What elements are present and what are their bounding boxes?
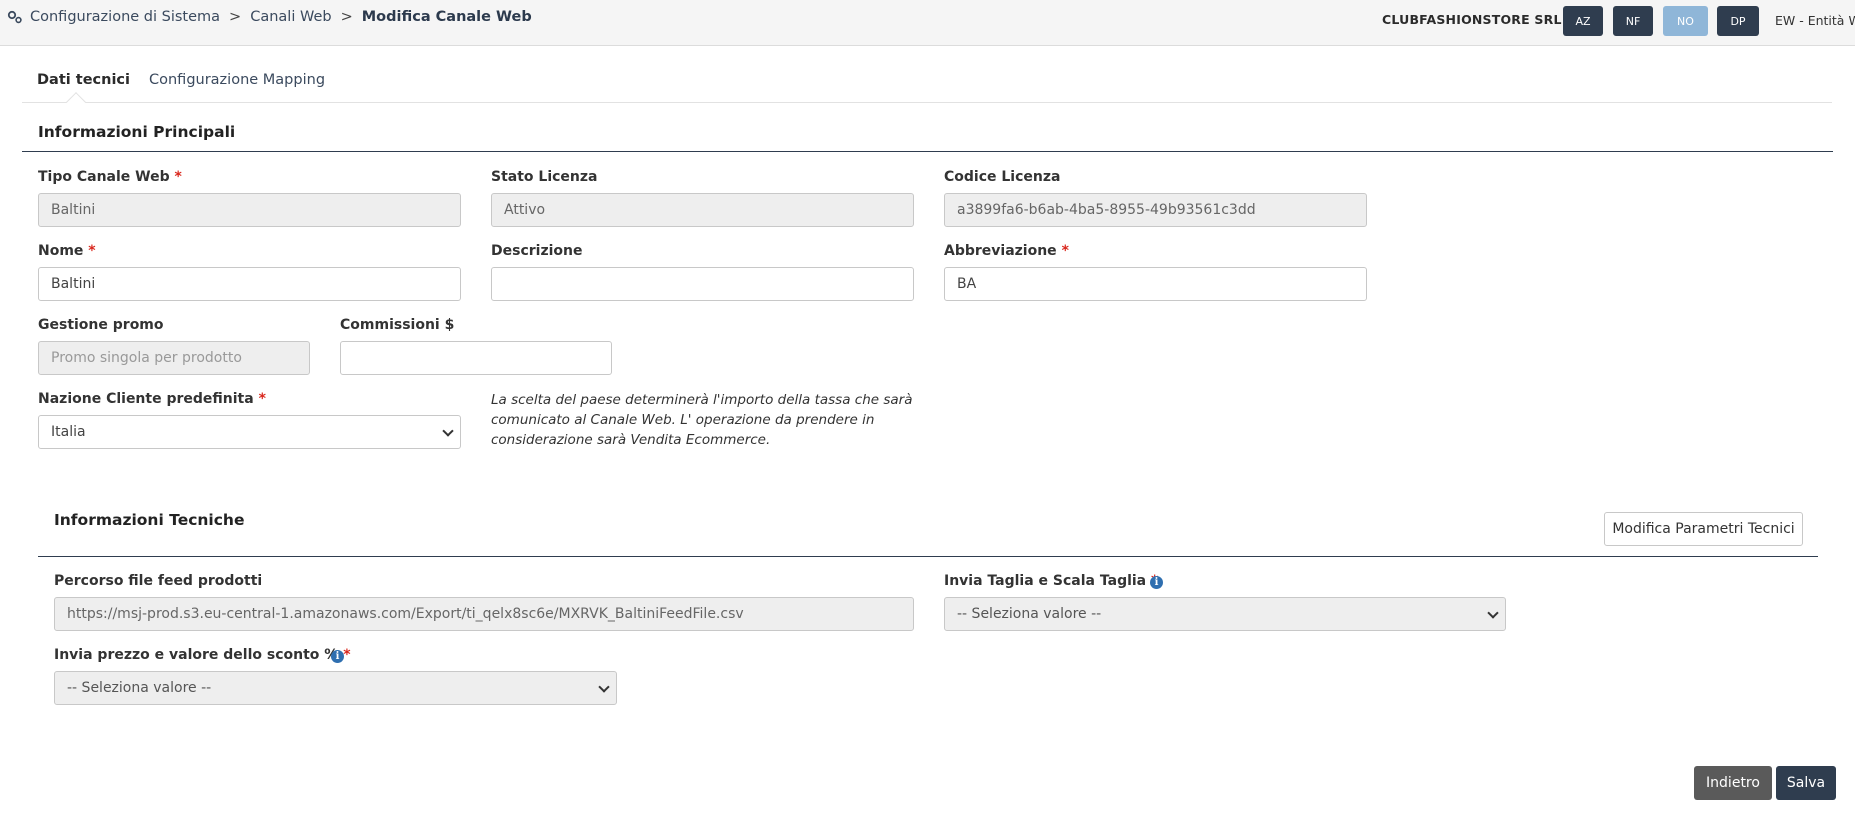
chevron-down-icon	[598, 681, 610, 693]
codice-licenza-field: a3899fa6-b6ab-4ba5-8955-49b93561c3dd	[944, 193, 1367, 227]
badge-no-button[interactable]: NO	[1663, 6, 1708, 36]
feed-path-label: Percorso file feed prodotti	[54, 573, 263, 589]
tab-configurazione-mapping[interactable]: Configurazione Mapping	[149, 72, 325, 88]
tab-dati-tecnici[interactable]: Dati tecnici	[37, 72, 130, 88]
chevron-down-icon	[1487, 607, 1499, 619]
descrizione-label: Descrizione	[491, 243, 583, 259]
save-button[interactable]: Salva	[1776, 766, 1836, 800]
commissioni-label: Commissioni $	[340, 317, 455, 333]
active-tab-indicator	[66, 92, 86, 112]
feed-path-field: https://msj-prod.s3.eu-central-1.amazona…	[54, 597, 914, 631]
stato-licenza-label: Stato Licenza	[491, 169, 598, 185]
invia-prezzo-selected-value: -- Seleziona valore --	[67, 680, 212, 696]
tipo-canale-label: Tipo Canale Web *	[38, 169, 182, 185]
invia-prezzo-label: Invia prezzo e valore dello sconto % *	[54, 647, 351, 663]
nazione-selected-value: Italia	[51, 424, 86, 440]
breadcrumb-item-system-config[interactable]: Configurazione di Sistema	[30, 9, 220, 25]
invia-prezzo-select[interactable]: -- Seleziona valore --	[54, 671, 617, 705]
nome-input[interactable]: Baltini	[38, 267, 461, 301]
section-divider	[38, 556, 1818, 557]
tab-bar: Dati tecnici Configurazione Mapping	[22, 46, 1832, 112]
gestione-promo-label: Gestione promo	[38, 317, 164, 333]
nazione-note-line: comunicato al Canale Web. L' operazione …	[491, 412, 875, 428]
tech-info-title: Informazioni Tecniche	[54, 511, 245, 529]
main-info-title: Informazioni Principali	[38, 123, 236, 141]
breadcrumb: Configurazione di Sistema > Canali Web >…	[7, 9, 532, 25]
breadcrumb-separator: >	[340, 9, 353, 25]
tipo-canale-field: Baltini	[38, 193, 461, 227]
gear-icon	[7, 10, 22, 24]
section-divider	[22, 151, 1833, 152]
badge-nf-button[interactable]: NF	[1613, 6, 1653, 36]
nome-label: Nome *	[38, 243, 96, 259]
top-bar: Configurazione di Sistema > Canali Web >…	[0, 0, 1855, 46]
breadcrumb-item-web-channels[interactable]: Canali Web	[250, 9, 331, 25]
stato-licenza-field: Attivo	[491, 193, 914, 227]
company-name: CLUBFASHIONSTORE SRL	[1382, 12, 1562, 27]
abbreviazione-input[interactable]: BA	[944, 267, 1367, 301]
breadcrumb-item-current: Modifica Canale Web	[361, 9, 532, 25]
breadcrumb-separator: >	[229, 9, 242, 25]
abbreviazione-label: Abbreviazione *	[944, 243, 1069, 259]
nazione-select[interactable]: Italia	[38, 415, 461, 449]
back-button[interactable]: Indietro	[1694, 766, 1772, 800]
codice-licenza-label: Codice Licenza	[944, 169, 1061, 185]
info-icon[interactable]: i	[331, 650, 344, 663]
nazione-label: Nazione Cliente predefinita *	[38, 391, 266, 407]
invia-taglia-select[interactable]: -- Seleziona valore --	[944, 597, 1506, 631]
info-icon[interactable]: i	[1150, 576, 1163, 589]
commissioni-input[interactable]	[340, 341, 612, 375]
invia-taglia-label: Invia Taglia e Scala Taglia *	[944, 573, 1158, 589]
gestione-promo-field: Promo singola per prodotto	[38, 341, 310, 375]
entity-selector[interactable]: EW - Entità Web	[1775, 13, 1855, 28]
invia-taglia-selected-value: -- Seleziona valore --	[957, 606, 1102, 622]
badge-dp-button[interactable]: DP	[1717, 6, 1759, 36]
modifica-parametri-tecnici-button[interactable]: Modifica Parametri Tecnici	[1604, 512, 1803, 546]
descrizione-input[interactable]	[491, 267, 914, 301]
chevron-down-icon	[442, 425, 454, 437]
nazione-note-line: La scelta del paese determinerà l'import…	[491, 392, 913, 408]
badge-az-button[interactable]: AZ	[1563, 6, 1603, 36]
nazione-help-note: La scelta del paese determinerà l'import…	[491, 390, 912, 450]
nazione-note-line: considerazione sarà Vendita Ecommerce.	[491, 432, 771, 448]
